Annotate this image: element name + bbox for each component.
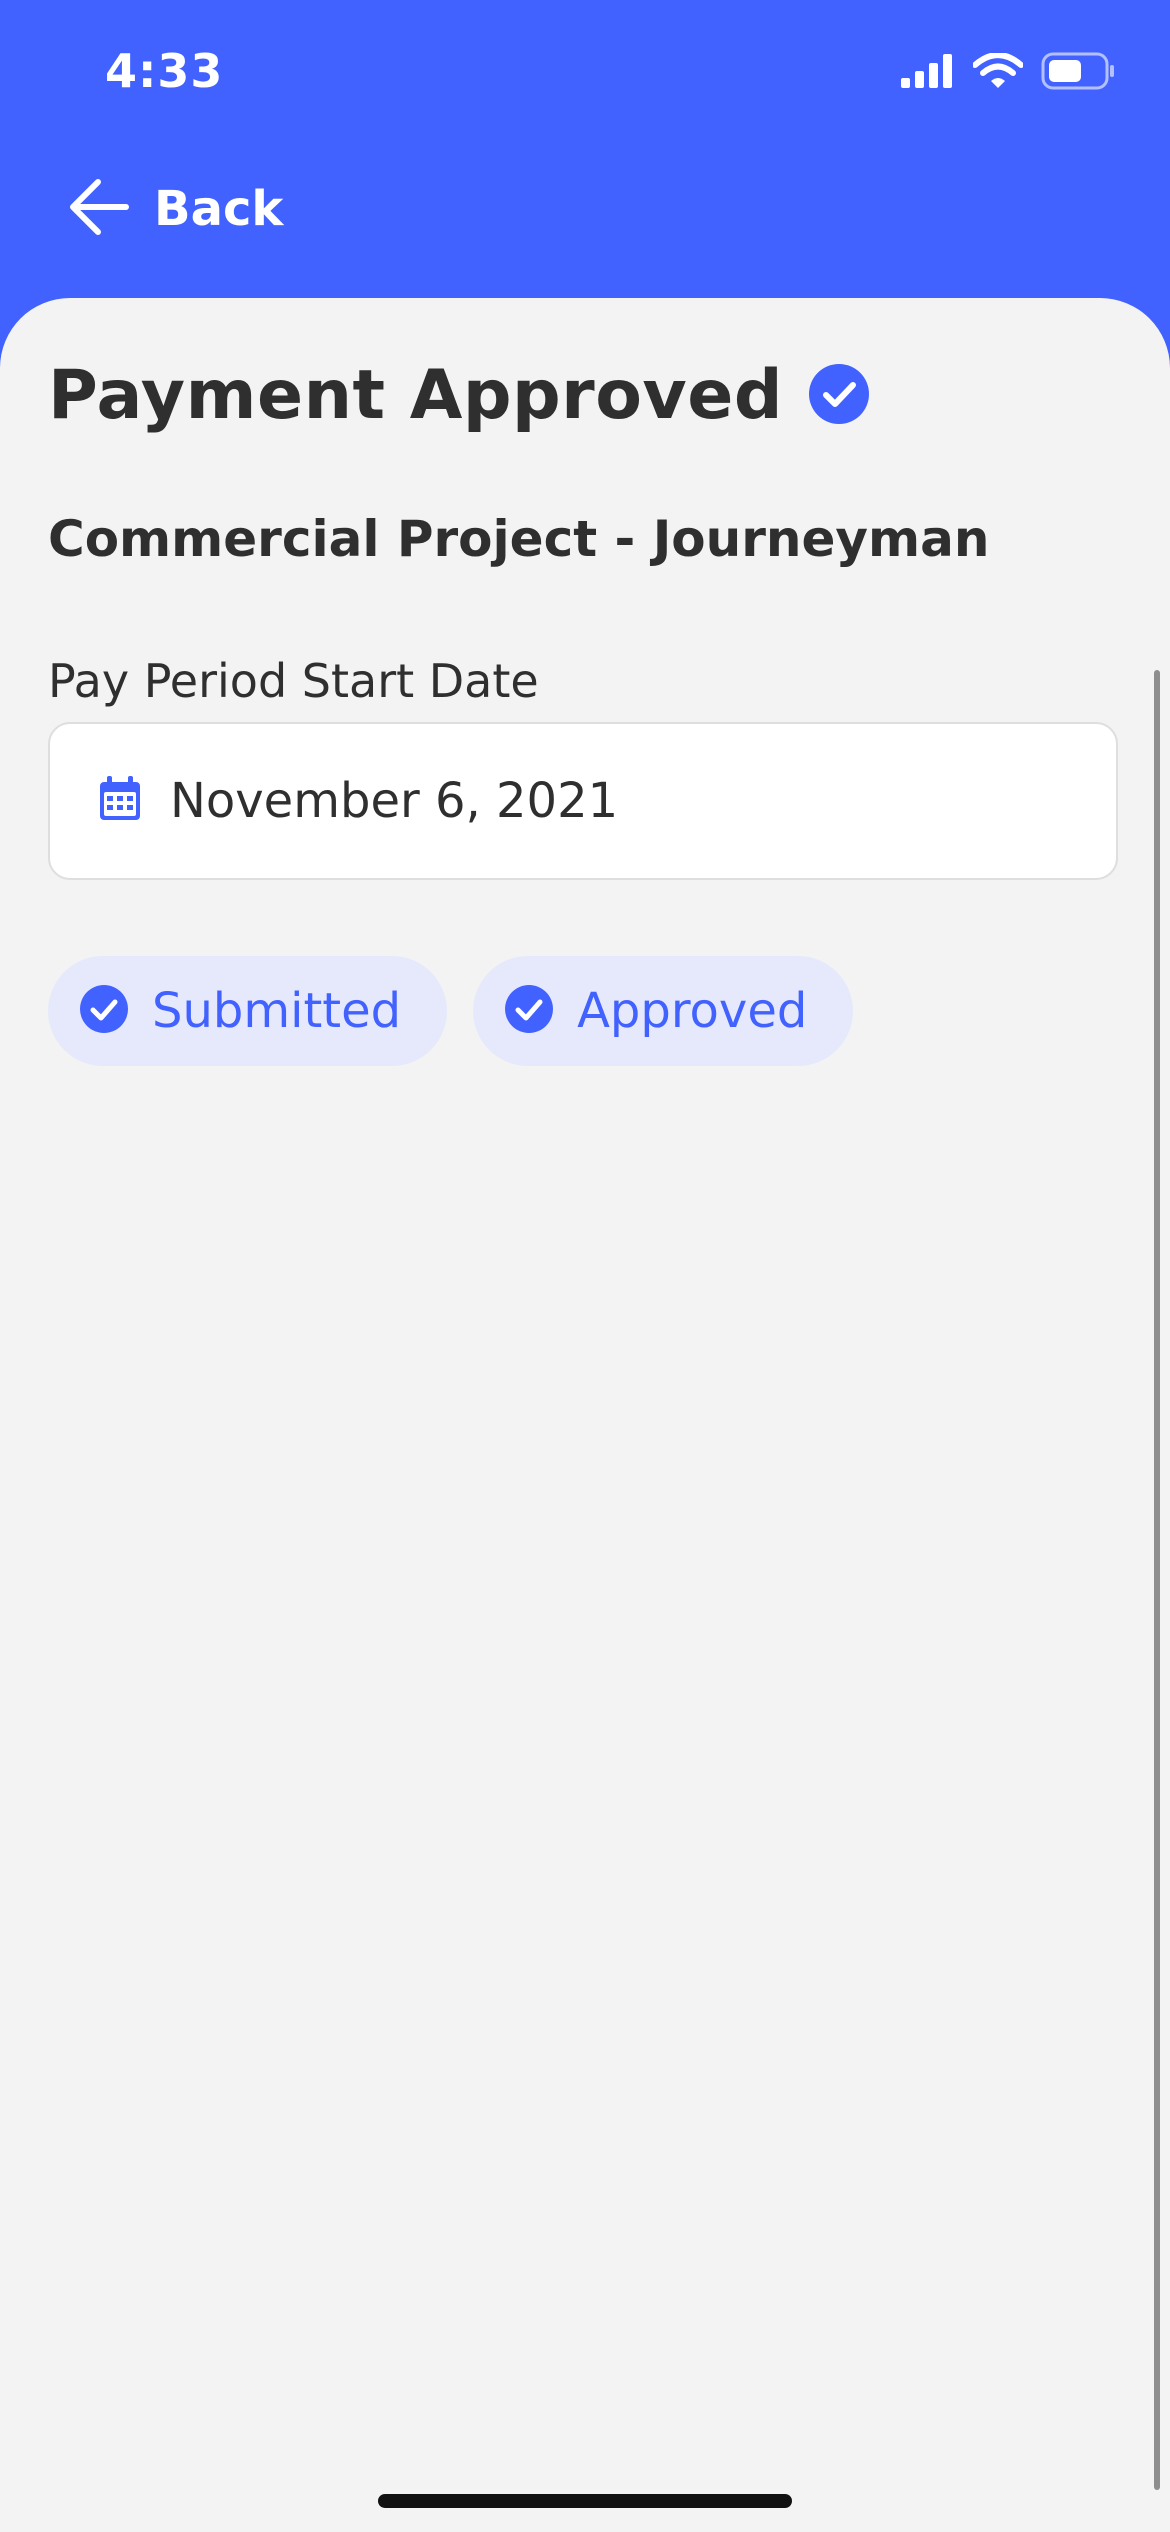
page-title: Payment Approved	[48, 356, 784, 435]
scrollbar[interactable]	[1154, 670, 1160, 2490]
status-icons	[901, 52, 1115, 90]
check-circle-icon	[80, 985, 128, 1037]
signal-icon	[901, 54, 955, 88]
calendar-icon	[98, 776, 142, 826]
battery-icon	[1041, 52, 1115, 90]
status-chip-approved: Approved	[473, 956, 854, 1066]
title-row: Payment Approved	[48, 356, 870, 435]
project-title: Commercial Project - Journeyman	[48, 510, 990, 568]
status-time: 4:33	[105, 44, 224, 98]
pay-period-start-date-field[interactable]: November 6, 2021	[48, 722, 1118, 880]
status-chip-label: Submitted	[152, 983, 402, 1039]
app-screen: 4:33 Back Payment Approved Commercial Pr…	[0, 0, 1170, 2532]
back-label: Back	[154, 181, 284, 237]
arrow-left-icon	[68, 178, 130, 240]
date-value: November 6, 2021	[170, 773, 619, 829]
back-button[interactable]: Back	[68, 178, 283, 240]
home-indicator[interactable]	[378, 2494, 792, 2508]
date-field-label: Pay Period Start Date	[48, 654, 539, 708]
check-circle-icon	[505, 985, 554, 1037]
status-chip-label: Approved	[577, 983, 808, 1039]
check-circle-icon	[809, 363, 870, 428]
content-sheet: Payment Approved Commercial Project - Jo…	[0, 298, 1170, 2532]
wifi-icon	[973, 53, 1023, 89]
status-chip-submitted: Submitted	[48, 956, 448, 1066]
status-chips: Submitted Approved	[48, 956, 854, 1066]
